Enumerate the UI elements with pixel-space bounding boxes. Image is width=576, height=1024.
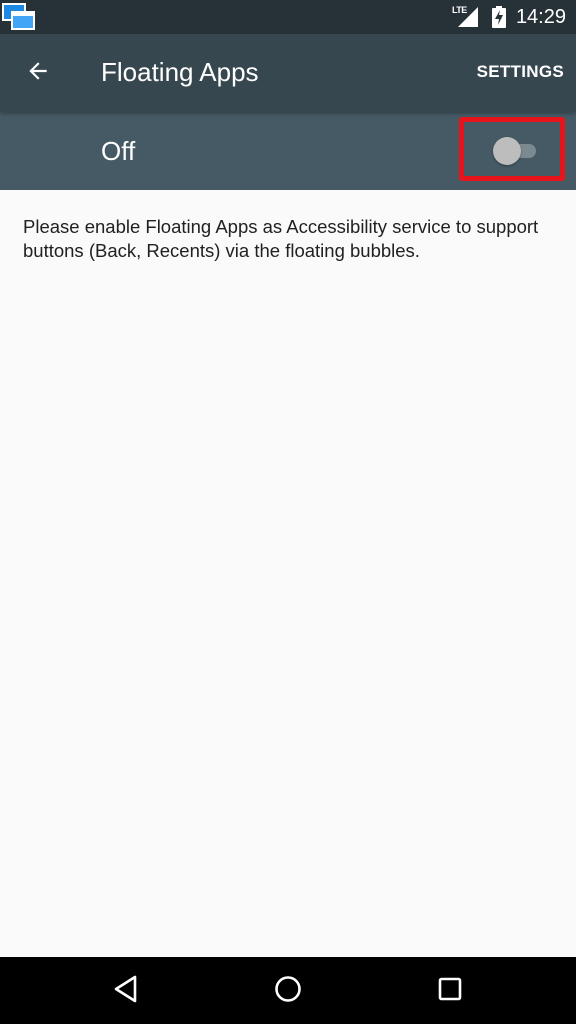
screen: LTE 14:29 Floating Apps SETTINGS Off Ple… (0, 0, 576, 1024)
switch-state-label: Off (101, 136, 136, 166)
master-switch-bar[interactable]: Off (0, 112, 576, 190)
nav-home-button[interactable] (266, 969, 310, 1013)
nav-back-icon (112, 974, 140, 1009)
nav-recents-icon (437, 976, 463, 1007)
signal-icon: LTE (452, 5, 480, 29)
arrow-back-icon (25, 58, 51, 89)
nav-back-button[interactable] (104, 969, 148, 1013)
status-clock: 14:29 (515, 5, 566, 28)
back-button[interactable] (14, 51, 62, 95)
navigation-bar (0, 957, 576, 1024)
nav-recents-button[interactable] (428, 969, 472, 1013)
battery-charging-icon (491, 6, 506, 28)
settings-button[interactable]: SETTINGS (477, 62, 564, 82)
floating-windows-icon (2, 3, 36, 31)
nav-home-icon (273, 974, 303, 1009)
page-title: Floating Apps (101, 57, 259, 87)
content-area: Please enable Floating Apps as Accessibi… (23, 215, 553, 263)
status-bar: LTE 14:29 (0, 0, 576, 34)
app-toolbar: Floating Apps SETTINGS (0, 34, 576, 112)
accessibility-toggle-switch[interactable] (492, 137, 540, 165)
accessibility-description: Please enable Floating Apps as Accessibi… (23, 216, 539, 261)
switch-thumb (493, 137, 521, 165)
